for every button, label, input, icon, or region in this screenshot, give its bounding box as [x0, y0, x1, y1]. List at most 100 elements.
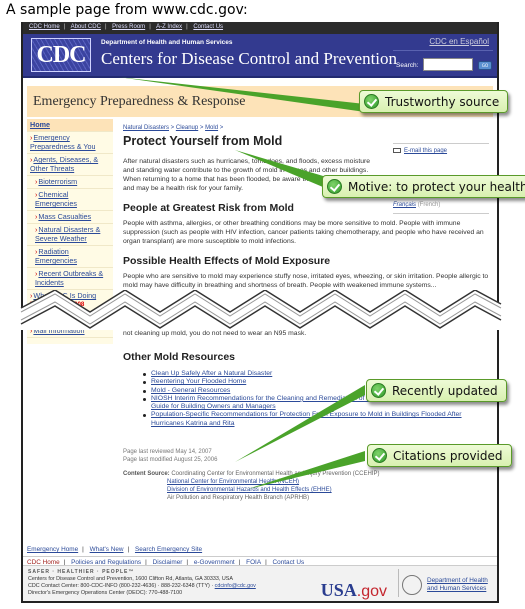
content-source: Content Source: Coordinating Center for …	[123, 470, 493, 502]
health-effects-paragraph: People who are sensitive to mold may exp…	[123, 273, 489, 289]
sidebar-item-agents[interactable]: ›Agents, Diseases, & Other Threats	[27, 154, 113, 176]
footer-link-whats-new[interactable]: What's New	[90, 546, 124, 553]
sidebar-item-label: Radiation Emergencies	[35, 247, 77, 265]
main-content: Natural Disasters > Cleanup > Mold > Pro…	[123, 121, 493, 299]
top-nav: CDC Home | About CDC | Press Room | A-Z Ind…	[23, 22, 497, 34]
sidebar: Home ›Emergency Preparedness & You ›Agen…	[27, 119, 113, 344]
email-page-link[interactable]: E-mail this page	[404, 148, 447, 154]
top-nav-contact-us[interactable]: Contact Us	[193, 24, 223, 30]
french-link[interactable]: Français	[393, 202, 416, 208]
sidebar-item-label: Natural Disasters & Severe Weather	[35, 225, 101, 243]
source-link-nceh[interactable]: National Center for Environmental Health…	[123, 478, 493, 486]
usagov-usa: USA	[320, 580, 357, 600]
resource-link[interactable]: Clean Up Safely After a Natural Disaster	[151, 370, 272, 377]
footer-email-link[interactable]: cdcinfo@cdc.gov	[215, 583, 256, 589]
content-source-label: Content Source:	[123, 471, 170, 478]
divider	[393, 213, 489, 215]
section-heading-resources: Other Mold Resources	[123, 351, 236, 363]
usagov-gov: .gov	[356, 583, 387, 600]
contact-text: CDC Contact Center: 800-CDC-INFO (800-23…	[28, 583, 215, 589]
checkmark-icon	[364, 94, 379, 109]
espanol-link[interactable]: CDC en Español	[429, 37, 489, 46]
usagov-logo[interactable]: USA.gov	[321, 581, 387, 600]
search-go-button[interactable]: GO	[478, 61, 492, 70]
cdc-logo[interactable]: CDC	[31, 38, 91, 72]
divider	[393, 143, 489, 144]
breadcrumb-natural-disasters[interactable]: Natural Disasters	[123, 125, 169, 131]
checkmark-icon	[327, 179, 342, 194]
sidebar-item-label: What CDC Is Doing	[33, 291, 97, 300]
sidebar-item-chemical[interactable]: ›Chemical Emergencies	[27, 189, 113, 211]
search-label: Search:	[396, 62, 419, 69]
footer-address: Centers for Disease Control and Preventi…	[28, 576, 233, 582]
list-item: Population-Specific Recommendations for …	[143, 411, 493, 428]
sidebar-item-label: Coping With a Disaster	[33, 313, 107, 322]
sidebar-item-bioterrorism[interactable]: ›Bioterrorism	[27, 176, 113, 189]
agency-name: Centers for Disease Control and Preventi…	[101, 49, 398, 68]
source-link-ehhe[interactable]: Division of Environmental Hazards and He…	[123, 486, 493, 494]
sidebar-item-label: Chemical Emergencies	[35, 190, 77, 208]
top-nav-about-cdc[interactable]: About CDC	[71, 24, 101, 30]
lower-content: not cleaning up mold, you do not need to…	[123, 329, 493, 502]
breadcrumb: Natural Disasters > Cleanup > Mold >	[123, 125, 224, 131]
hhs-eagle-icon	[402, 575, 422, 595]
resource-link[interactable]: Reentering Your Flooded Home	[151, 378, 246, 385]
top-nav-a-z-index[interactable]: A-Z Index	[156, 24, 182, 30]
footer-link-emergency-home[interactable]: Emergency Home	[27, 546, 78, 553]
footer-deoc: Director's Emergency Operations Center (…	[28, 590, 183, 596]
sidebar-item-label: Home	[30, 120, 50, 129]
hhs-link[interactable]: Department of Health and Human Services	[427, 577, 491, 593]
sidebar-item-outbreaks[interactable]: ›Recent Outbreaks & Incidents	[27, 268, 113, 290]
checkmark-icon	[372, 448, 387, 463]
resource-link[interactable]: Population-Specific Recommendations for …	[151, 411, 462, 426]
sidebar-item-natural-disasters[interactable]: ›Natural Disasters & Severe Weather	[27, 224, 113, 246]
footer-link-search-emergency[interactable]: Search Emergency Site	[135, 546, 202, 553]
new-badge: NEW: Apr 10, 2008	[30, 301, 85, 308]
callout-label: Trustworthy source	[385, 94, 500, 109]
source-branch: Air Pollution and Respiratory Health Bra…	[167, 495, 310, 502]
footer-contact: CDC Contact Center: 800-CDC-INFO (800-23…	[28, 583, 492, 590]
callout-motive: Motive: to protect your health	[322, 175, 525, 198]
envelope-icon	[393, 148, 401, 153]
callout-label: Recently updated	[392, 383, 498, 398]
sidebar-item-home[interactable]: Home	[27, 119, 113, 132]
sidebar-item-label: Recent Outbreaks & Incidents	[35, 269, 104, 287]
caption: A sample page from www.cdc.gov:	[6, 2, 248, 18]
list-item: Clean Up Safely After a Natural Disaster	[143, 370, 493, 378]
site-footer: SAFER · HEALTHIER · PEOPLE™ Centers for …	[23, 565, 497, 601]
sidebar-item-label: Agents, Diseases, & Other Threats	[30, 155, 99, 173]
sidebar-item-label: Mail Information	[33, 326, 85, 335]
sidebar-item-label: Emergency Preparedness & You	[30, 133, 96, 151]
checkmark-icon	[371, 383, 386, 398]
header-divider	[393, 50, 493, 51]
sidebar-item-mail-info[interactable]: ›Mail Information	[27, 325, 113, 338]
french-note: (French)	[417, 202, 441, 209]
department-name: Department of Health and Human Services	[101, 39, 233, 46]
resource-link[interactable]: Mold - General Resources	[151, 387, 230, 394]
divider	[23, 556, 497, 557]
callout-recently-updated: Recently updated	[366, 379, 507, 402]
health-effects-paragraph-end: not cleaning up mold, you do not need to…	[123, 330, 307, 337]
site-header: CDC Department of Health and Human Servi…	[23, 34, 497, 78]
sidebar-item-label: Mass Casualties	[38, 212, 92, 221]
callout-label: Motive: to protect your health	[348, 179, 525, 194]
top-nav-cdc-home[interactable]: CDC Home	[29, 24, 60, 30]
top-nav-press-room[interactable]: Press Room	[112, 24, 145, 30]
callout-trustworthy: Trustworthy source	[359, 90, 509, 113]
content-source-text: Coordinating Center for Environmental He…	[171, 471, 380, 478]
search-input[interactable]	[423, 58, 473, 71]
divider	[398, 569, 399, 597]
sidebar-item-what-cdc-is-doing[interactable]: ›What CDC Is Doing NEW: Apr 10, 2008	[27, 290, 113, 312]
risk-paragraph: People with asthma, allergies, or other …	[123, 220, 484, 245]
sidebar-item-label: Bioterrorism	[38, 177, 78, 186]
sidebar-item-preparedness[interactable]: ›Emergency Preparedness & You	[27, 132, 113, 154]
sidebar-item-radiation[interactable]: ›Radiation Emergencies	[27, 246, 113, 268]
sidebar-item-coping[interactable]: ›Coping With a Disaster	[27, 312, 113, 325]
emergency-footer-links: Emergency Home | What's New | Search Emerg…	[27, 546, 203, 553]
callout-label: Citations provided	[393, 448, 503, 463]
breadcrumb-mold[interactable]: Mold	[205, 125, 218, 131]
sidebar-item-mass-casualties[interactable]: ›Mass Casualties	[27, 211, 113, 224]
breadcrumb-cleanup[interactable]: Cleanup	[176, 125, 198, 131]
slogan: SAFER · HEALTHIER · PEOPLE™	[28, 569, 135, 575]
callout-citations: Citations provided	[367, 444, 512, 467]
